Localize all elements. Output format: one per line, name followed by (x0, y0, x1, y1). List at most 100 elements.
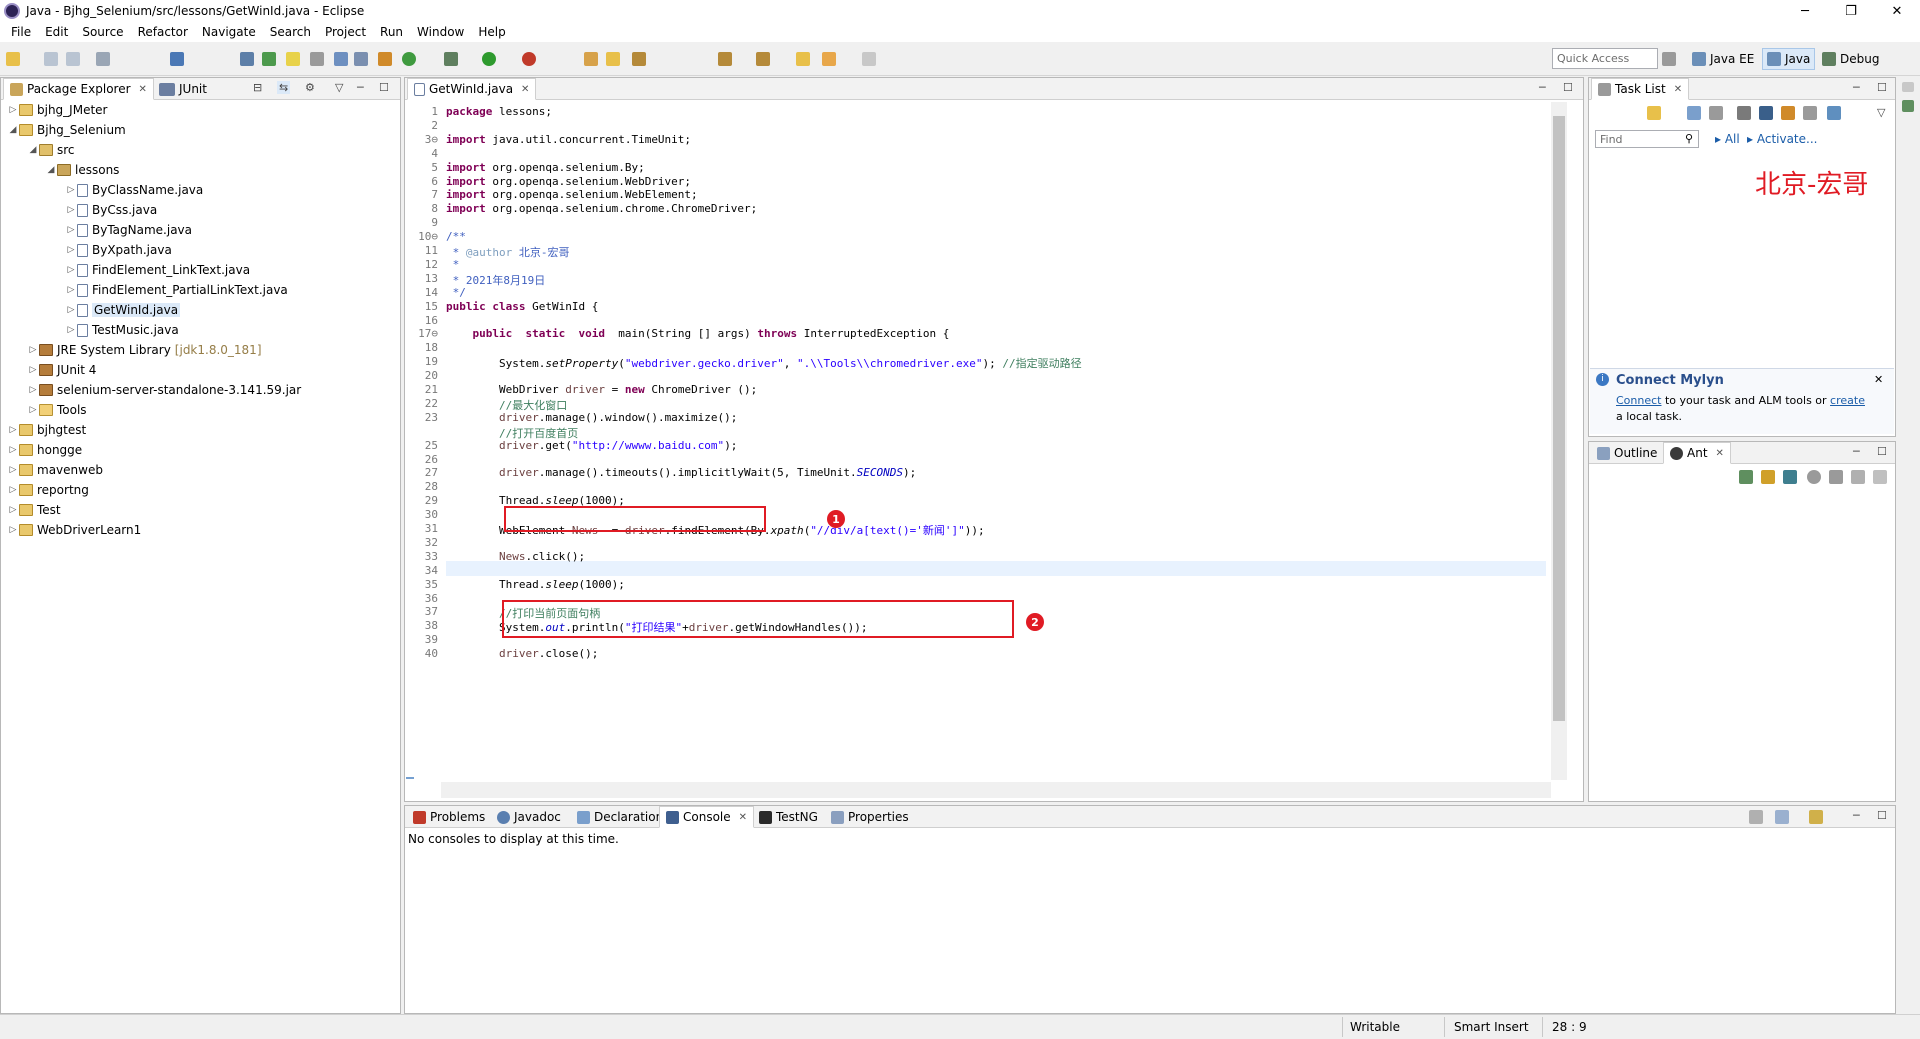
tree-item[interactable]: ◢ Bjhg_Selenium (7, 122, 126, 138)
chevron-right-icon[interactable]: ▷ (7, 525, 19, 535)
minimize-icon[interactable]: ─ (1853, 445, 1860, 458)
chevron-down-icon[interactable]: ◢ (45, 165, 57, 175)
chevron-right-icon[interactable]: ▷ (65, 225, 77, 235)
new-task-icon[interactable] (1647, 106, 1661, 120)
code-line[interactable]: System.setProperty("webdriver.gecko.driv… (446, 355, 1082, 370)
focus-workweek-icon[interactable] (1737, 106, 1751, 120)
chevron-right-icon[interactable]: ▷ (7, 445, 19, 455)
code-line[interactable]: * (446, 258, 460, 272)
prev-annotation-icon[interactable] (756, 52, 770, 66)
code-line[interactable]: driver.get("http://wwww.baidu.com"); (446, 439, 737, 453)
chevron-right-icon[interactable]: ▷ (27, 365, 39, 375)
quick-access-input[interactable]: Quick Access (1552, 48, 1658, 69)
close-icon[interactable]: ✕ (521, 84, 529, 95)
chevron-right-icon[interactable]: ▷ (27, 385, 39, 395)
mylyn-connect-link[interactable]: Connect (1616, 394, 1661, 407)
chevron-right-icon[interactable]: ▷ (65, 305, 77, 315)
menu-project[interactable]: Project (318, 25, 373, 39)
menu-navigate[interactable]: Navigate (195, 25, 263, 39)
open-perspective-icon[interactable] (1662, 52, 1676, 66)
code-line[interactable]: */ (446, 286, 466, 300)
minimize-icon[interactable]: ─ (1539, 81, 1546, 94)
tree-item[interactable]: ▷ mavenweb (7, 462, 103, 478)
chevron-down-icon[interactable]: ◢ (27, 145, 39, 155)
code-line[interactable]: Thread.sleep(1000); (446, 578, 625, 592)
tab-problems[interactable]: Problems (407, 806, 491, 828)
code-line[interactable]: import org.openqa.selenium.WebElement; (446, 188, 698, 202)
toggle-icon[interactable] (310, 52, 324, 66)
debug-tool-icon[interactable] (240, 52, 254, 66)
minimize-icon[interactable]: ─ (357, 81, 364, 94)
tree-item[interactable]: ▷ JRE System Library [jdk1.8.0_181] (27, 342, 262, 358)
highlight-icon[interactable] (286, 52, 300, 66)
forward-icon[interactable] (862, 52, 876, 66)
search-icon[interactable]: ⚲ (1685, 132, 1693, 145)
pilcrow-icon[interactable] (354, 52, 368, 66)
maximize-icon[interactable]: ☐ (1877, 809, 1887, 822)
chevron-right-icon[interactable]: ▷ (7, 465, 19, 475)
tab-testng[interactable]: TestNG (753, 806, 824, 828)
close-icon[interactable]: ✕ (1716, 448, 1724, 459)
tree-item[interactable]: ▷ ByTagName.java (65, 222, 192, 238)
back-icon[interactable] (822, 52, 836, 66)
code-line[interactable]: public static void main(String [] args) … (446, 327, 950, 341)
brush-icon[interactable] (632, 52, 646, 66)
tree-item[interactable]: ▷ Test (7, 502, 61, 518)
chevron-down-icon[interactable]: ◢ (7, 125, 19, 135)
terminal-icon[interactable] (170, 52, 184, 66)
collapse-all-icon[interactable]: ⊟ (253, 81, 262, 94)
chevron-right-icon[interactable]: ▷ (27, 405, 39, 415)
code-line[interactable]: //打开百度首页 (446, 425, 578, 440)
editor-vertical-scrollbar[interactable] (1551, 102, 1567, 780)
tree-item[interactable]: ◢ src (27, 142, 75, 158)
editor-scroll-thumb[interactable] (1553, 116, 1565, 721)
scheduled-icon[interactable] (1709, 106, 1723, 120)
repository-icon[interactable] (1827, 106, 1841, 120)
activate-link[interactable]: ▸ Activate... (1747, 132, 1817, 146)
tab-getwinid-java[interactable]: GetWinId.java ✕ (407, 78, 537, 100)
tree-item[interactable]: ▷ hongge (7, 442, 83, 458)
categorized-icon[interactable] (1687, 106, 1701, 120)
tree-item[interactable]: ▷ ByCss.java (65, 202, 158, 218)
chevron-right-icon[interactable]: ▷ (7, 425, 19, 435)
tree-item[interactable]: ◢ lessons (45, 162, 120, 178)
tab-task-list[interactable]: Task List ✕ (1591, 78, 1690, 100)
filter-all-link[interactable]: ▸ All (1715, 132, 1740, 146)
chevron-right-icon[interactable]: ▷ (7, 485, 19, 495)
open-console-icon[interactable] (1809, 810, 1823, 824)
menu-search[interactable]: Search (263, 25, 318, 39)
close-icon[interactable]: ✕ (1674, 84, 1682, 95)
code-line[interactable]: * 2021年8月19日 (446, 272, 546, 287)
chevron-right-icon[interactable]: ▷ (65, 205, 77, 215)
tab-properties[interactable]: Properties (825, 806, 915, 828)
chevron-right-icon[interactable]: ▷ (65, 265, 77, 275)
perspective-java[interactable]: Java (1762, 48, 1816, 70)
close-icon[interactable]: ✕ (1874, 373, 1883, 386)
code-line[interactable]: import org.openqa.selenium.WebDriver; (446, 175, 691, 189)
display-console-icon[interactable] (1775, 810, 1789, 824)
open-type-icon[interactable] (584, 52, 598, 66)
code-line[interactable]: News.click(); (446, 550, 585, 564)
menu-run[interactable]: Run (373, 25, 410, 39)
chevron-right-icon[interactable]: ▷ (65, 285, 77, 295)
tree-item[interactable]: ▷ Tools (27, 402, 87, 418)
menu-source[interactable]: Source (75, 25, 130, 39)
status-insert-mode[interactable]: Smart Insert (1454, 1020, 1529, 1034)
tree-item[interactable]: ▷ FindElement_PartialLinkText.java (65, 282, 288, 298)
tree-item[interactable]: ▷ bjhg_JMeter (7, 102, 108, 118)
save-icon[interactable] (44, 52, 58, 66)
code-line[interactable]: WebDriver driver = new ChromeDriver (); (446, 383, 757, 397)
add-buildfile-icon[interactable] (1739, 470, 1753, 484)
focus-icon[interactable]: ⚙ (305, 81, 315, 94)
save-all-icon[interactable] (66, 52, 80, 66)
tree-item[interactable]: ▷ FindElement_LinkText.java (65, 262, 251, 278)
bug-icon[interactable] (444, 52, 458, 66)
hide-completed-icon[interactable] (1759, 106, 1773, 120)
collapse-icon[interactable] (1873, 470, 1887, 484)
link-editor-icon[interactable]: ⇆ (277, 81, 291, 94)
code-line[interactable]: import org.openqa.selenium.chrome.Chrome… (446, 202, 757, 216)
perspective-debug[interactable]: Debug (1818, 48, 1883, 70)
menu-help[interactable]: Help (471, 25, 512, 39)
maximize-icon[interactable]: ☐ (1877, 445, 1887, 458)
maximize-icon[interactable]: ☐ (1563, 81, 1573, 94)
